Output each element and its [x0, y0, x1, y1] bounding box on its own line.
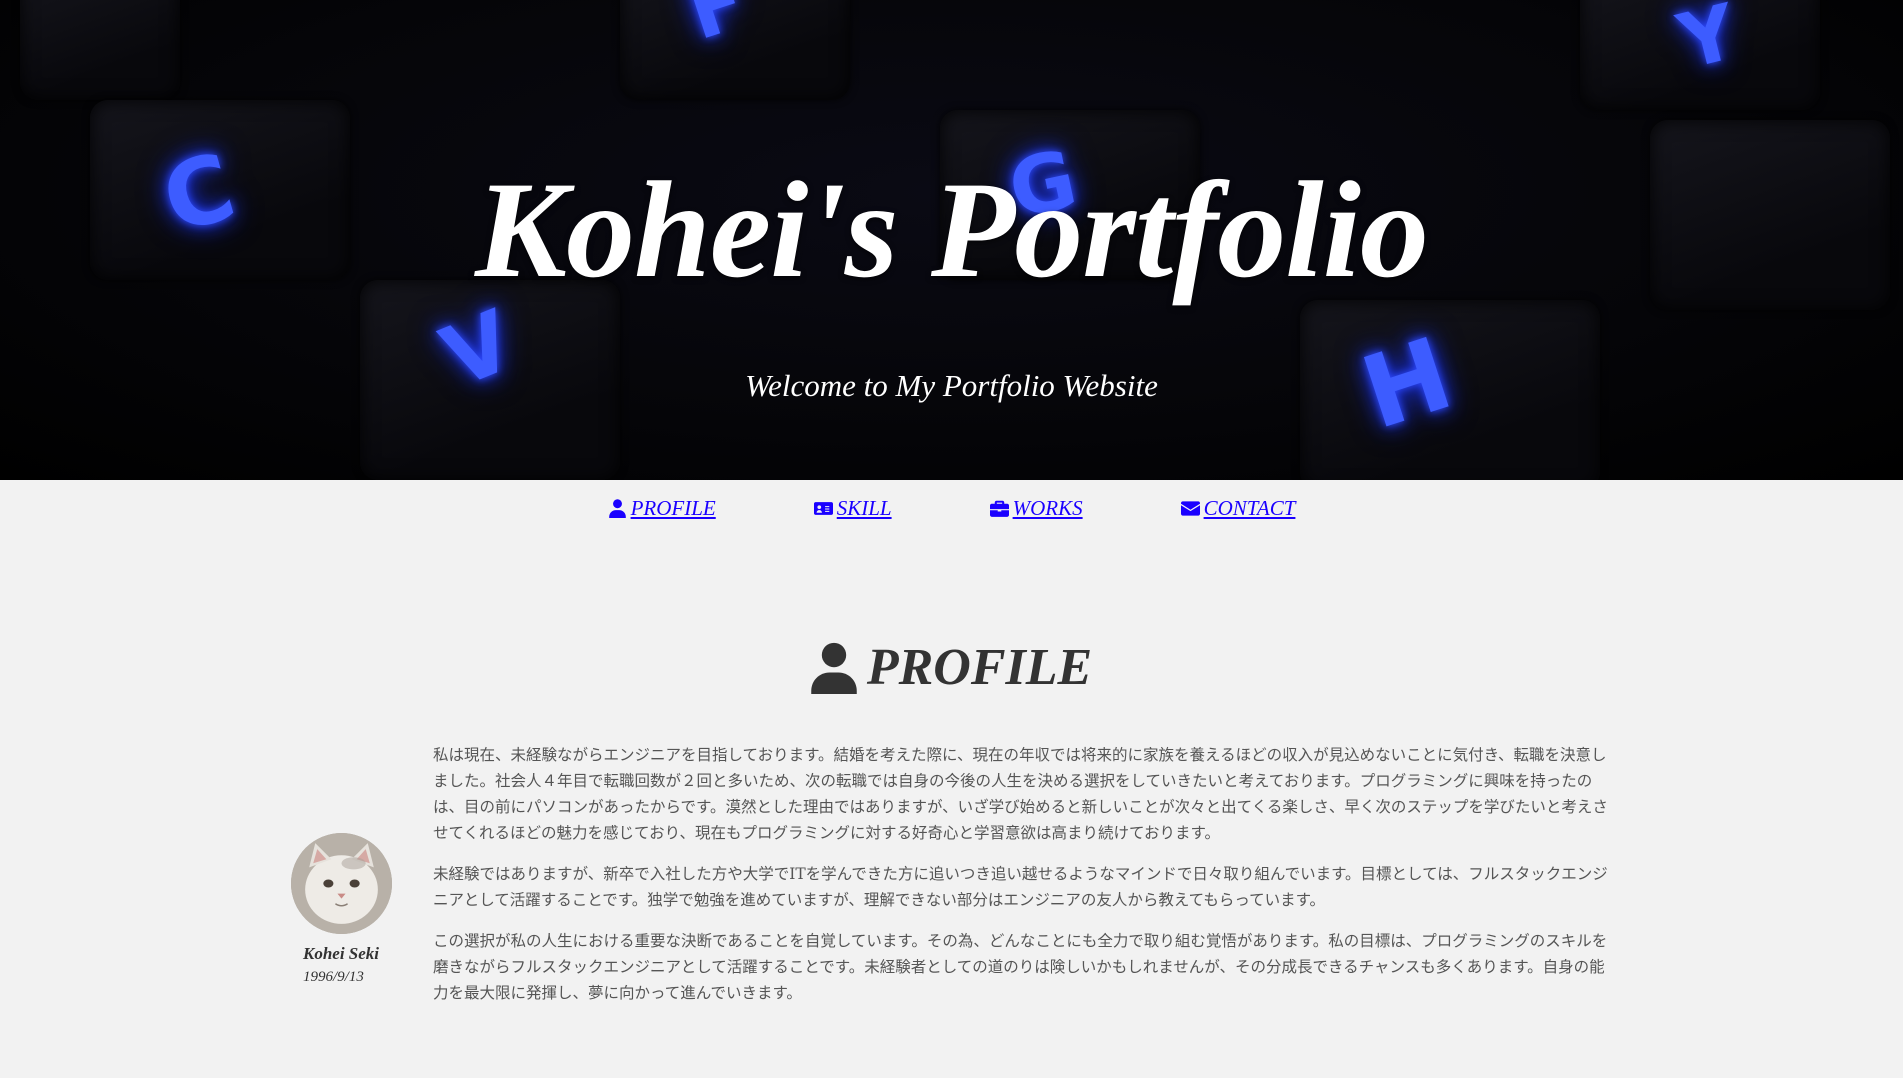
- site-title: Kohei's Portfolio: [475, 153, 1429, 306]
- user-icon: [608, 499, 626, 518]
- hero-banner: F Y C G V H Kohei's Portfolio Welcome to…: [0, 0, 1903, 480]
- nav-link-contact[interactable]: CONTACT: [1180, 496, 1296, 521]
- main-nav: PROFILE SKILL WORKS CONTACT: [0, 496, 1903, 521]
- profile-heading: PROFILE: [0, 638, 1903, 697]
- profile-birthdate: 1996/9/13: [303, 969, 364, 985]
- nav-link-skill[interactable]: SKILL: [813, 496, 892, 521]
- profile-name: Kohei Seki: [303, 944, 380, 963]
- briefcase-icon: [989, 500, 1009, 517]
- nav-link-profile[interactable]: PROFILE: [608, 496, 716, 521]
- id-card-icon: [813, 502, 833, 515]
- nav-link-label: PROFILE: [630, 496, 716, 520]
- user-icon: [811, 642, 857, 694]
- bio-paragraph: 私は現在、未経験ながらエンジニアを目指しております。結婚を考えた際に、現在の年収…: [433, 746, 1608, 842]
- profile-heading-label: PROFILE: [866, 639, 1093, 696]
- profile-bio: 私は現在、未経験ながらエンジニアを目指しております。結婚を考えた際に、現在の年収…: [433, 742, 1613, 1021]
- cat-photo: [291, 833, 392, 934]
- site-subtitle: Welcome to My Portfolio Website: [745, 368, 1158, 403]
- nav-link-works[interactable]: WORKS: [989, 496, 1083, 521]
- nav-link-label: WORKS: [1012, 496, 1083, 520]
- nav-link-label: CONTACT: [1203, 496, 1296, 520]
- envelope-icon: [1180, 501, 1200, 516]
- bio-paragraph: 未経験ではありますが、新卒で入社した方や大学でITを学んできた方に追いつき追い越…: [433, 865, 1608, 909]
- bio-paragraph: この選択が私の人生における重要な決断であることを自覚しています。その為、どんなこ…: [433, 932, 1608, 1002]
- keyboard-key: [20, 0, 180, 100]
- nav-link-label: SKILL: [836, 496, 892, 520]
- avatar: [291, 833, 392, 934]
